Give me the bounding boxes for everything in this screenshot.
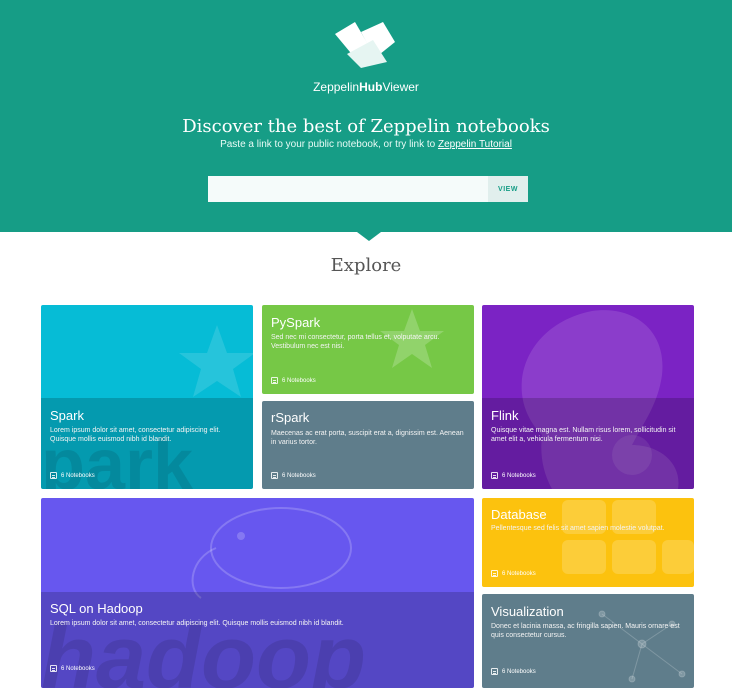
card-title: Spark: [50, 408, 84, 423]
card-spark[interactable]: park Spark Lorem ipsum dolor sit amet, c…: [41, 305, 253, 489]
card-title: rSpark: [271, 410, 310, 425]
card-rspark[interactable]: rSpark Maecenas ac erat porta, suscipit …: [262, 401, 474, 489]
card-description: Pellentesque sed felis sit amet sapien m…: [491, 525, 665, 532]
card-flink[interactable]: Flink Quisque vitae magna est. Nullam ri…: [482, 305, 694, 489]
card-pyspark[interactable]: PySpark Sed nec mi consectetur, porta te…: [262, 305, 474, 394]
card-sql-on-hadoop[interactable]: hadoop SQL on Hadoop Lorem ipsum dolor s…: [41, 498, 474, 688]
hero-subline: Paste a link to your public notebook, or…: [220, 139, 512, 150]
notebook-count: 6 Notebooks: [271, 377, 316, 384]
card-title: Flink: [491, 408, 519, 423]
brand-name: ZeppelinHubViewer: [313, 80, 419, 94]
notebook-icon: [271, 472, 278, 479]
explore-title: Explore: [330, 255, 402, 276]
notebook-icon: [50, 665, 57, 672]
notebook-count: 6 Notebooks: [491, 472, 536, 479]
card-description: Lorem ipsum dolor sit amet, consectetur …: [50, 427, 221, 443]
card-title: Database: [491, 507, 547, 522]
card-description: Lorem ipsum dolor sit amet, consectetur …: [50, 620, 344, 627]
card-description: Quisque vitae magna est. Nullam risus lo…: [491, 427, 676, 443]
zeppelin-logo-icon: [335, 22, 395, 68]
notebook-icon: [491, 472, 498, 479]
view-button[interactable]: VIEW: [488, 176, 528, 202]
card-visualization[interactable]: Visualization Donec et lacinia massa, ac…: [482, 594, 694, 688]
hero-header: ZeppelinHubViewer Discover the best of Z…: [0, 0, 732, 232]
card-description: Donec et lacinia massa, ac fringilla sap…: [491, 623, 680, 639]
card-description: Sed nec mi consectetur, porta tellus et,…: [271, 334, 440, 350]
card-title: SQL on Hadoop: [50, 601, 143, 616]
card-title: Visualization: [491, 604, 564, 619]
card-database[interactable]: Database Pellentesque sed felis sit amet…: [482, 498, 694, 587]
notebook-icon: [491, 570, 498, 577]
notebook-count: 6 Notebooks: [491, 570, 536, 577]
notebook-count: 6 Notebooks: [50, 472, 95, 479]
notebook-count: 6 Notebooks: [50, 665, 95, 672]
notebook-link-input[interactable]: [208, 176, 488, 202]
zeppelin-tutorial-link[interactable]: Zeppelin Tutorial: [438, 139, 512, 150]
notebook-icon: [50, 472, 57, 479]
notebook-count: 6 Notebooks: [271, 472, 316, 479]
card-description: Maecenas ac erat porta, suscipit erat a,…: [271, 430, 464, 446]
hero-headline: Discover the best of Zeppelin notebooks: [182, 116, 550, 137]
notebook-icon: [271, 377, 278, 384]
card-title: PySpark: [271, 315, 321, 330]
header-pointer: [357, 232, 381, 241]
notebook-icon: [491, 668, 498, 675]
notebook-count: 6 Notebooks: [491, 668, 536, 675]
